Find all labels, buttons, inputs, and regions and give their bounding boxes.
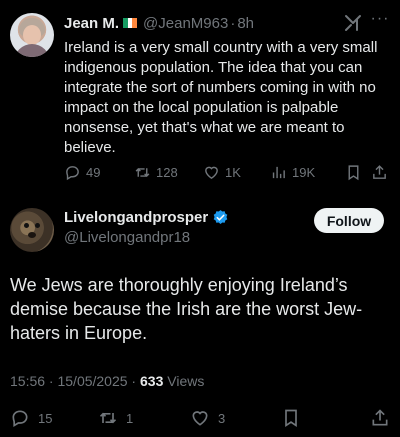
avatar[interactable] bbox=[10, 13, 54, 57]
avatar-face bbox=[23, 25, 41, 45]
action-bar: 15 1 3 bbox=[0, 407, 400, 429]
reply-button[interactable]: 49 bbox=[64, 162, 100, 182]
ireland-flag-icon bbox=[123, 18, 138, 28]
repost-button[interactable]: 128 bbox=[134, 162, 178, 182]
more-options-icon[interactable]: ··· bbox=[368, 11, 392, 30]
bookmark-icon bbox=[348, 164, 359, 180]
share-button[interactable] bbox=[371, 162, 393, 182]
views-count: 633 bbox=[140, 373, 164, 389]
views-icon bbox=[272, 166, 285, 178]
reply-icon bbox=[12, 410, 28, 427]
views-count: 19K bbox=[292, 164, 316, 180]
timestamp[interactable]: 15:56 · 15/05/2025 · bbox=[10, 373, 140, 389]
follow-button[interactable]: Follow bbox=[314, 208, 384, 233]
verified-badge-icon bbox=[213, 210, 228, 224]
like-count: 3 bbox=[218, 410, 226, 426]
author-name-row: Livelongandprosper bbox=[64, 209, 229, 226]
avatar-shoulders bbox=[14, 44, 50, 57]
bookmark-icon bbox=[285, 409, 297, 428]
reply-count: 15 bbox=[38, 410, 53, 426]
avatar-nose bbox=[28, 232, 36, 238]
heart-icon bbox=[192, 411, 208, 426]
like-button[interactable]: 1K bbox=[203, 162, 241, 182]
post-metadata: 15:56 · 15/05/2025 · 633 Views bbox=[10, 373, 204, 389]
bookmark-button[interactable] bbox=[345, 162, 367, 182]
repost-button[interactable]: 1 bbox=[98, 407, 133, 429]
share-button[interactable] bbox=[370, 407, 398, 429]
reply-icon bbox=[66, 165, 79, 180]
grok-icon[interactable] bbox=[344, 14, 362, 32]
share-icon bbox=[373, 164, 386, 179]
like-button[interactable]: 3 bbox=[190, 407, 225, 429]
views-label: Views bbox=[163, 373, 205, 389]
separator: · bbox=[230, 14, 236, 32]
avatar-eye-right bbox=[35, 223, 40, 228]
post-text: We Jews are thoroughly enjoying Ireland’… bbox=[10, 275, 363, 343]
repost-icon bbox=[135, 167, 150, 177]
post-header: Jean M. @JeanM963 · 8h bbox=[64, 13, 254, 33]
main-post: Livelongandprosper @Livelongandpr18 Foll… bbox=[0, 196, 400, 437]
author-handle[interactable]: @JeanM963 bbox=[143, 15, 228, 32]
author-name[interactable]: Jean M. bbox=[64, 15, 119, 32]
repost-count: 128 bbox=[156, 164, 178, 180]
share-icon bbox=[372, 409, 388, 426]
heart-icon bbox=[205, 166, 218, 179]
author-handle[interactable]: @Livelongandpr18 bbox=[64, 229, 190, 246]
post-text: Ireland is a very small country with a v… bbox=[64, 39, 378, 156]
avatar-eye-left bbox=[24, 223, 29, 228]
action-bar: 49 128 1K 19K bbox=[64, 162, 394, 182]
reply-button[interactable]: 15 bbox=[10, 407, 52, 429]
repost-count: 1 bbox=[126, 410, 134, 426]
quoted-post: Jean M. @JeanM963 · 8h ··· Ireland is a … bbox=[0, 0, 400, 195]
repost-icon bbox=[99, 412, 117, 424]
views-button[interactable]: 19K bbox=[270, 162, 315, 182]
like-count: 1K bbox=[225, 164, 241, 180]
reply-count: 49 bbox=[86, 164, 101, 180]
avatar[interactable] bbox=[10, 208, 54, 252]
author-name[interactable]: Livelongandprosper bbox=[64, 209, 208, 226]
post-time[interactable]: 8h bbox=[237, 15, 254, 32]
bookmark-button[interactable] bbox=[281, 407, 309, 429]
